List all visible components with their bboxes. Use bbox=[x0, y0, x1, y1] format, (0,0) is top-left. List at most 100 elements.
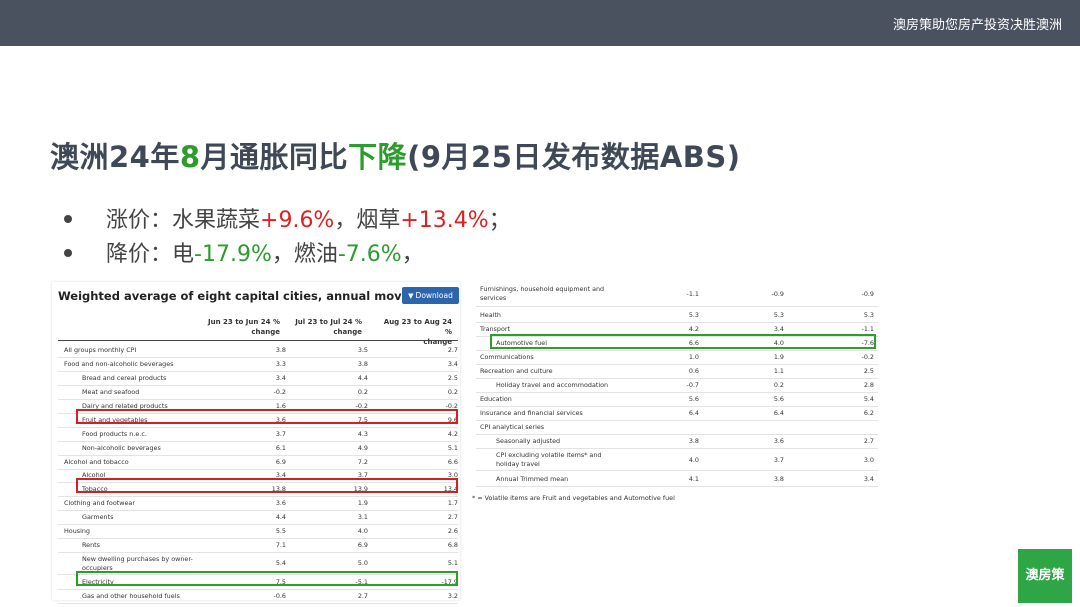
cell-value: 2.7 bbox=[863, 437, 874, 445]
cell-value: 6.4 bbox=[688, 409, 699, 417]
bullet-price-down: 降价：电-17.9%，燃油-7.6%， bbox=[64, 238, 511, 272]
cell-value: 4.2 bbox=[688, 325, 699, 333]
top-bar: 澳房策助您房产投资决胜澳洲 bbox=[0, 0, 1080, 46]
cell-value: 3.4 bbox=[447, 360, 458, 368]
cell-value: 1.9 bbox=[773, 353, 784, 361]
table-row: All groups monthly CPI 3.8 3.5 2.7 bbox=[58, 343, 458, 358]
table-row: Food products n.e.c. 3.7 4.3 4.2 bbox=[58, 427, 458, 442]
cell-value: 3.1 bbox=[357, 513, 368, 521]
column-header-line: Jul 23 to Jul 24 % bbox=[295, 318, 362, 326]
row-label: Transport bbox=[480, 325, 510, 333]
column-header-line: change bbox=[251, 328, 280, 336]
page-title: 澳洲24年8月通胀同比下降(9月25日发布数据ABS) bbox=[50, 134, 741, 176]
row-label: Health bbox=[480, 311, 501, 319]
cell-value: -0.9 bbox=[771, 290, 784, 298]
brand-logo: 澳房策 bbox=[1018, 549, 1072, 603]
cell-value: 0.2 bbox=[357, 388, 368, 396]
table-row: Bread and cereal products 3.4 4.4 2.5 bbox=[58, 371, 458, 386]
bullet-text: 降价：电 bbox=[106, 242, 195, 267]
header-divider bbox=[58, 340, 458, 341]
cell-value: 4.4 bbox=[357, 374, 368, 382]
highlight-electricity bbox=[76, 571, 458, 586]
download-button[interactable]: ▼ Download bbox=[402, 287, 459, 304]
cell-value: 4.1 bbox=[688, 475, 699, 483]
row-label: Meat and seafood bbox=[82, 388, 140, 396]
cell-value: 2.7 bbox=[447, 346, 458, 354]
highlight-tobacco bbox=[76, 478, 458, 493]
title-decrease: 下降 bbox=[348, 140, 408, 174]
row-label: Holiday travel and accommodation bbox=[496, 381, 609, 389]
row-label-continued: holiday travel bbox=[496, 460, 540, 468]
cell-value: 3.6 bbox=[773, 437, 784, 445]
title-part-3: 月通胀同比 bbox=[200, 140, 349, 174]
cell-value: 5.3 bbox=[863, 311, 874, 319]
row-label: CPI analytical series bbox=[480, 423, 545, 431]
cell-value: 3.0 bbox=[863, 456, 874, 464]
cell-value: 4.0 bbox=[688, 456, 699, 464]
cell-value: 4.2 bbox=[447, 430, 458, 438]
cell-value: 3.8 bbox=[773, 475, 784, 483]
cell-value: 3.5 bbox=[357, 346, 368, 354]
bullet-text: 涨价：水果蔬菜 bbox=[106, 208, 261, 233]
cpi-table-left: Weighted average of eight capital cities… bbox=[52, 282, 460, 604]
table-row: Furnishings, household equipment and serv… bbox=[476, 282, 878, 307]
bullet-text: ； bbox=[488, 208, 511, 233]
cell-value: 6.8 bbox=[447, 541, 458, 549]
cell-value: -0.6 bbox=[273, 592, 286, 600]
table-row: Communications 1.0 1.9 -0.2 bbox=[476, 350, 878, 365]
row-label: Communications bbox=[480, 353, 534, 361]
title-month: 8 bbox=[179, 140, 201, 174]
table-title: Weighted average of eight capital cities… bbox=[58, 289, 443, 303]
column-header-line: Jun 23 to Jun 24 % bbox=[208, 318, 280, 326]
electricity-change: -17.9% bbox=[194, 242, 272, 267]
cell-value: 1.9 bbox=[357, 499, 368, 507]
cell-value: 6.2 bbox=[863, 409, 874, 417]
table-row: Garments 4.4 3.1 2.7 bbox=[58, 510, 458, 525]
cell-value: 6.4 bbox=[773, 409, 784, 417]
highlight-automotive-fuel bbox=[490, 334, 876, 349]
cell-value: -0.2 bbox=[273, 388, 286, 396]
row-label: Education bbox=[480, 395, 512, 403]
cell-value: 5.4 bbox=[275, 559, 286, 567]
cell-value: 2.8 bbox=[863, 381, 874, 389]
cell-value: 0.6 bbox=[688, 367, 699, 375]
table-row: Education 5.6 5.6 5.4 bbox=[476, 392, 878, 407]
table-row: Clothing and footwear 3.6 1.9 1.7 bbox=[58, 496, 458, 511]
logo-text: 澳房策 bbox=[1025, 568, 1065, 583]
row-label: Alcohol and tobacco bbox=[64, 458, 129, 466]
highlight-fruit-veg bbox=[76, 409, 458, 424]
table-row: CPI analytical series bbox=[476, 420, 878, 435]
cell-value: 3.2 bbox=[447, 592, 458, 600]
row-label: New dwelling purchases by owner- bbox=[82, 555, 193, 563]
bullet-dot bbox=[64, 249, 72, 257]
title-part-1: 澳洲24年 bbox=[50, 140, 180, 174]
table-row: Non-alcoholic beverages 6.1 4.9 5.1 bbox=[58, 441, 458, 456]
fruit-veg-change: +9.6% bbox=[260, 208, 335, 233]
column-header-line: Aug 23 to Aug 24 % bbox=[383, 318, 452, 336]
table-row: Food and non-alcoholic beverages 3.3 3.8 3.… bbox=[58, 357, 458, 372]
column-header-line: change bbox=[333, 328, 362, 336]
cell-value: 4.0 bbox=[357, 527, 368, 535]
cell-value: 3.4 bbox=[863, 475, 874, 483]
cell-value: 4.9 bbox=[357, 444, 368, 452]
table-row: Meat and seafood -0.2 0.2 0.2 bbox=[58, 385, 458, 400]
table-row: Insurance and financial services 6.4 6.4 6.… bbox=[476, 406, 878, 421]
table-row: Holiday travel and accommodation -0.7 0.2 2… bbox=[476, 378, 878, 393]
table-row: CPI excluding volatile items* and holiday… bbox=[476, 448, 878, 471]
cell-value: -0.7 bbox=[686, 381, 699, 389]
cell-value: -0.9 bbox=[861, 290, 874, 298]
cell-value: 2.7 bbox=[357, 592, 368, 600]
cell-value: 3.7 bbox=[773, 456, 784, 464]
cell-value: -0.2 bbox=[861, 353, 874, 361]
bullet-text: ， bbox=[401, 242, 424, 267]
row-label: Garments bbox=[82, 513, 114, 521]
download-label: Download bbox=[415, 291, 453, 300]
cell-value: 2.7 bbox=[447, 513, 458, 521]
bullet-price-up: 涨价：水果蔬菜+9.6%，烟草+13.4%； bbox=[64, 204, 511, 238]
cell-value: 2.6 bbox=[447, 527, 458, 535]
cell-value: 1.7 bbox=[447, 499, 458, 507]
table-row: Annual Trimmed mean 4.1 3.8 3.4 bbox=[476, 472, 878, 487]
row-label: All groups monthly CPI bbox=[64, 346, 137, 354]
cell-value: 5.6 bbox=[773, 395, 784, 403]
row-label: Annual Trimmed mean bbox=[496, 475, 569, 483]
